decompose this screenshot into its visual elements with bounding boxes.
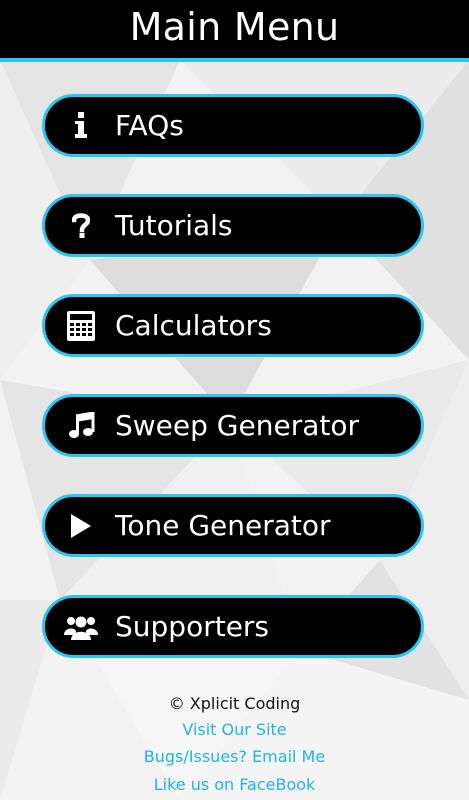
copyright-text: © Xplicit Coding bbox=[168, 694, 301, 713]
info-icon bbox=[63, 110, 99, 142]
users-icon bbox=[63, 611, 99, 643]
music-note-icon bbox=[63, 410, 99, 442]
calculator-icon bbox=[63, 310, 99, 342]
play-icon bbox=[63, 510, 99, 542]
visit-site-link[interactable]: Visit Our Site bbox=[0, 720, 469, 740]
calculators-label: Calculators bbox=[115, 309, 272, 342]
page-title: Main Menu bbox=[129, 5, 340, 49]
supporters-button[interactable]: Supporters bbox=[42, 595, 424, 658]
faqs-button[interactable]: FAQs bbox=[42, 94, 424, 157]
question-icon bbox=[63, 210, 99, 242]
calculators-button[interactable]: Calculators bbox=[42, 294, 424, 357]
facebook-link[interactable]: Like us on FaceBook bbox=[0, 775, 469, 795]
tone-generator-button[interactable]: Tone Generator bbox=[42, 494, 424, 557]
app-header: Main Menu bbox=[0, 0, 469, 62]
tutorials-button[interactable]: Tutorials bbox=[42, 194, 424, 257]
sweep-generator-label: Sweep Generator bbox=[115, 409, 359, 442]
sweep-generator-button[interactable]: Sweep Generator bbox=[42, 394, 424, 457]
supporters-label: Supporters bbox=[115, 610, 270, 643]
tutorials-label: Tutorials bbox=[115, 209, 233, 242]
email-link[interactable]: Bugs/Issues? Email Me bbox=[0, 747, 469, 767]
tone-generator-label: Tone Generator bbox=[115, 509, 331, 542]
faqs-label: FAQs bbox=[115, 109, 184, 142]
